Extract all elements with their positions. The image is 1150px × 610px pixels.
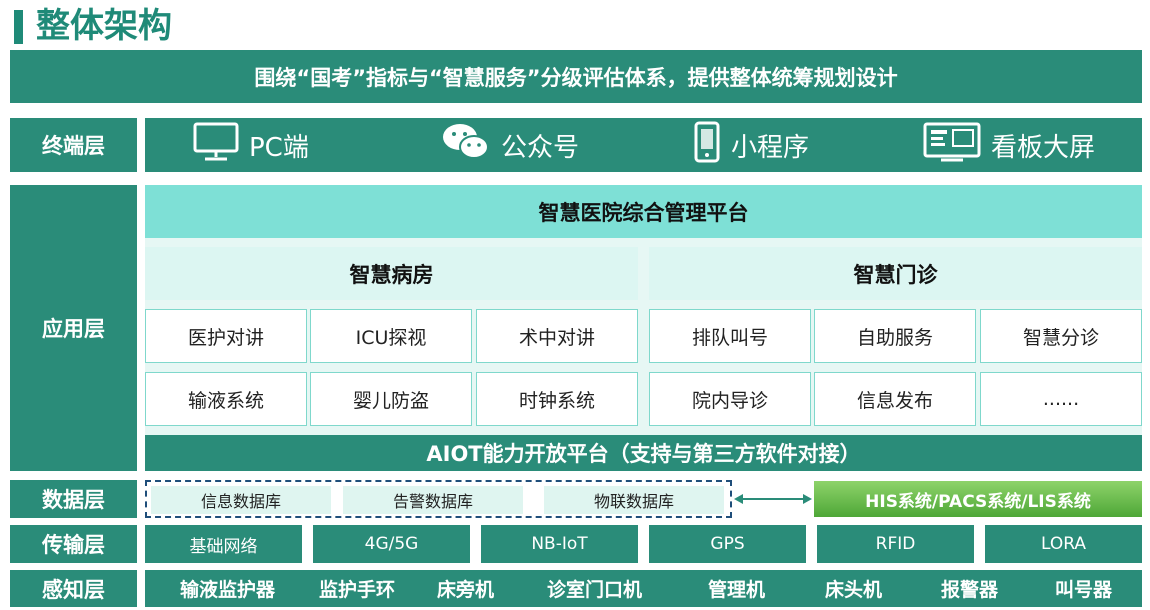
his-pacs-lis-systems: HIS系统/PACS系统/LIS系统	[814, 481, 1142, 517]
device-item: 诊室门口机	[547, 579, 643, 601]
terminal-label: 看板大屏	[991, 132, 1096, 163]
terminal-item-official-account: 公众号	[441, 118, 579, 172]
app-cell: 医护对讲	[145, 309, 307, 363]
page-title: 整体架构	[36, 6, 172, 46]
app-cell: 输液系统	[145, 372, 307, 426]
title-accent-bar	[14, 10, 23, 44]
aiot-platform-bar: AIOT能力开放平台（支持与第三方软件对接）	[145, 435, 1142, 471]
app-cell: 排队叫号	[649, 309, 811, 363]
app-cell: 婴儿防盗	[310, 372, 472, 426]
app-cell: ......	[980, 372, 1142, 426]
layer-label-data: 数据层	[10, 480, 137, 518]
group-title-smart-ward: 智慧病房	[145, 247, 638, 300]
platform-header: 智慧医院综合管理平台	[145, 185, 1142, 238]
layer-label-application: 应用层	[10, 185, 137, 471]
device-item: 监护手环	[319, 579, 396, 601]
app-cell: 院内导诊	[649, 372, 811, 426]
terminal-item-mini-program: 小程序	[693, 118, 809, 172]
app-cell: 时钟系统	[476, 372, 638, 426]
app-cell: 自助服务	[814, 309, 976, 363]
app-cell: 信息发布	[814, 372, 976, 426]
database-item: 信息数据库	[151, 486, 331, 514]
terminal-item-pc: PC端	[193, 118, 309, 172]
transport-item: GPS	[649, 525, 806, 563]
transport-item: LORA	[985, 525, 1142, 563]
perception-band: 输液监护器 监护手环 床旁机 诊室门口机 管理机 床头机 报警器 叫号器	[145, 570, 1142, 607]
database-group: 信息数据库 告警数据库 物联数据库	[145, 480, 732, 518]
dashboard-screen-icon	[923, 122, 991, 169]
app-cell: 智慧分诊	[980, 309, 1142, 363]
terminal-label: 公众号	[501, 132, 580, 163]
layer-label-perception: 感知层	[10, 570, 137, 607]
mini-program-icon	[693, 121, 731, 170]
device-item: 输液监护器	[180, 579, 276, 601]
transport-item: 基础网络	[145, 525, 302, 563]
database-item: 物联数据库	[544, 486, 724, 514]
transport-item: 4G/5G	[313, 525, 470, 563]
terminal-band: PC端 公众号 小程序 看板大屏	[145, 118, 1142, 172]
terminal-item-dashboard-screen: 看板大屏	[923, 118, 1095, 172]
layer-label-transport: 传输层	[10, 525, 137, 563]
app-cell: ICU探视	[310, 309, 472, 363]
layer-label-terminal: 终端层	[10, 118, 137, 172]
app-cell: 术中对讲	[476, 309, 638, 363]
terminal-label: PC端	[249, 132, 309, 163]
top-banner: 围绕“国考”指标与“智慧服务”分级评估体系，提供整体统筹规划设计	[10, 50, 1142, 103]
bidirectional-arrow-icon	[734, 494, 812, 504]
wechat-icon	[441, 121, 501, 170]
transport-item: RFID	[817, 525, 974, 563]
device-item: 床旁机	[437, 579, 495, 601]
device-item: 管理机	[708, 579, 766, 601]
transport-item: NB-IoT	[481, 525, 638, 563]
terminal-label: 小程序	[731, 132, 810, 163]
database-item: 告警数据库	[343, 486, 523, 514]
group-title-smart-outpatient: 智慧门诊	[649, 247, 1142, 300]
monitor-icon	[193, 122, 249, 169]
device-item: 叫号器	[1055, 579, 1113, 601]
device-item: 报警器	[941, 579, 999, 601]
device-item: 床头机	[825, 579, 883, 601]
